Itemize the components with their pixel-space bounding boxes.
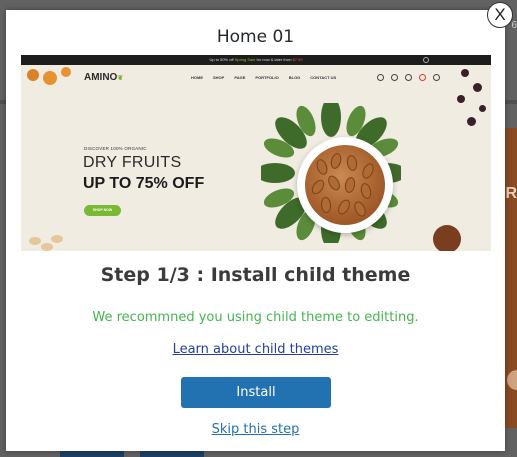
preview-nav-item: PAGE — [234, 75, 246, 80]
preview-nav-item: BLOG — [288, 75, 301, 80]
nut-decor — [51, 235, 63, 243]
berry-decor — [457, 95, 465, 103]
background-banner-text: R — [505, 185, 517, 202]
leaf-icon: ❦ — [117, 75, 124, 82]
spice-bowl-decor — [433, 225, 461, 251]
setup-modal: Home 01 Up to 50% off Spring Sale for no… — [6, 10, 505, 451]
learn-child-themes-link[interactable]: Learn about child themes — [6, 342, 505, 357]
preview-nav-item: SHOP — [213, 75, 225, 80]
preview-logo: AMINO❦ — [84, 72, 123, 83]
step-title: Step 1/3 : Install child theme — [100, 264, 411, 286]
preview-topbar: Up to 50% off Spring Sale for now & late… — [21, 55, 491, 65]
settings-icon — [433, 74, 440, 81]
preview-topbar-highlight: Spring Sale — [234, 57, 256, 62]
preview-header-icons — [377, 74, 440, 81]
preview-headline: DRY FRUITS — [83, 154, 182, 171]
close-button[interactable]: X — [487, 2, 513, 28]
install-button[interactable]: Install — [181, 377, 331, 408]
demo-preview-image: Up to 50% off Spring Sale for now & late… — [21, 55, 491, 251]
preview-shop-button: SHOP NOW — [84, 205, 121, 216]
berry-decor — [479, 105, 486, 112]
preview-eyebrow: DISCOVER 100% ORGANIC — [84, 146, 147, 151]
preview-topbar-icon — [423, 57, 429, 63]
preview-nav-item: HOME — [191, 75, 203, 80]
orange-fruit-decor — [61, 67, 71, 77]
orange-fruit-decor — [43, 71, 57, 85]
preview-topbar-text: for now & later from — [255, 57, 293, 62]
step-description: We recommned you using child theme to ed… — [92, 310, 419, 325]
preview-nav: HOME SHOP PAGE PORTFOLIO BLOG CONTACT US — [191, 75, 336, 80]
modal-title: Home 01 — [216, 27, 295, 47]
preview-nav-item: CONTACT US — [310, 75, 337, 80]
preview-logo-text: AMINO — [84, 72, 118, 83]
background-corner-text: 6 — [511, 20, 517, 31]
preview-subheadline: UP TO 75% OFF — [83, 175, 205, 192]
close-icon: X — [494, 5, 506, 24]
preview-nav-item: PORTFOLIO — [255, 75, 279, 80]
berry-decor — [461, 69, 469, 77]
preview-topbar-text: Up to 50% off — [209, 57, 235, 62]
skip-step-link[interactable]: Skip this step — [6, 422, 505, 437]
orange-fruit-decor — [27, 69, 39, 81]
user-icon — [391, 74, 398, 81]
nut-decor — [29, 237, 41, 245]
berry-decor — [467, 117, 476, 126]
background-button — [140, 451, 204, 457]
nut-decor — [41, 243, 53, 251]
berry-decor — [473, 83, 482, 92]
preview-topbar-price: $7.59 — [292, 57, 303, 62]
cart-icon — [419, 74, 426, 81]
background-button — [60, 451, 124, 457]
search-icon — [377, 74, 384, 81]
heart-icon — [405, 74, 412, 81]
